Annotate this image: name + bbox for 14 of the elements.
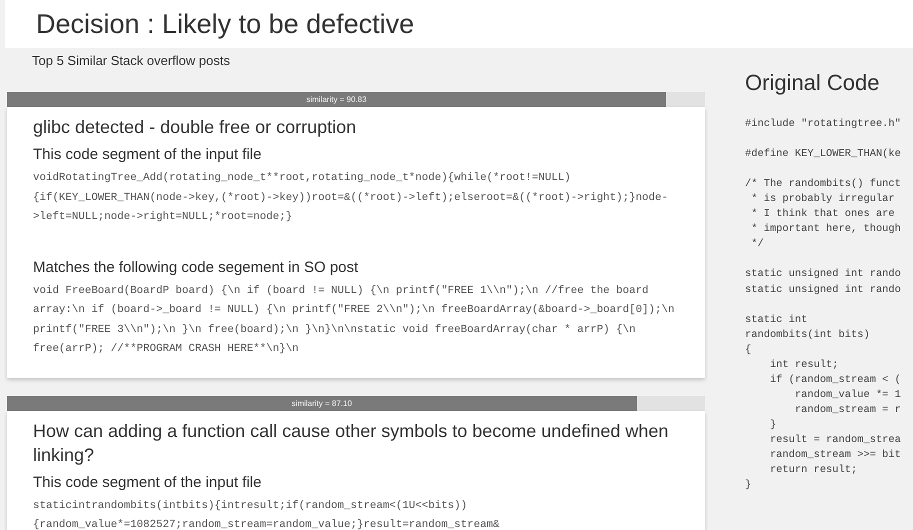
decision-title: Decision : Likely to be defective [36,8,414,40]
similarity-label: similarity = 87.10 [292,398,352,408]
post-title: glibc detected - double free or corruption [33,116,358,139]
original-code: #include "rotatingtree.h" #define KEY_LOWER_THAN(ke /* The randombits() funct * is probably irregular * I think that ones are * important here, though */ static unsigned int rando static unsigned int rando static int randombits(int bits) { int result; if (random_stream < ( random_value *= 1 random_stream = r } result = random_strea random_stream >>= bit return result; } [745,117,902,494]
subtitle: Top 5 Similar Stack overflow posts [32,53,231,70]
similarity-label: similarity = 90.83 [306,95,367,104]
input-code: voidRotatingTree_Add(rotating_node_t**root,rotating_node_t*node){while(*root!=NULL){if(KEY_LOWER_THAN(node->key,(*root)->key))root=&((*root)->left);elseroot=&((*root)->right);}node->left=NULL;node->right=NULL;*root=node;} [33,171,669,225]
section-heading: Matches the following code segement in SO post [33,258,360,278]
post-title: How can adding a function call cause other symbols to become undefined when linking? [33,420,670,466]
section-heading: This code segment of the input file [33,472,262,492]
input-code: staticintrandombits(intbits){intresult;if(random_stream<(1U<<bits)){random_value*=1082527;random_stream=random_value;}result=random_stream& [33,498,501,530]
section-heading: This code segment of the input file [33,145,262,165]
original-code-title: Original Code [745,70,881,96]
matched-code: void FreeBoard(BoardP board) {\n if (board != NULL) {\n printf("FREE 1\\n");\n //free the board array:\n if (board->_board != NULL) {\n printf("FREE 2\\n");\n freeBoardArray(&board->_board[0]);\n printf("FREE 3\\n");\n }\n free(board);\n }\n}\n\nstatic void freeBoardArray(char * arrP) {\n free(arrP); //**PROGRAM CRASH HERE**\n}\n [33,284,676,357]
